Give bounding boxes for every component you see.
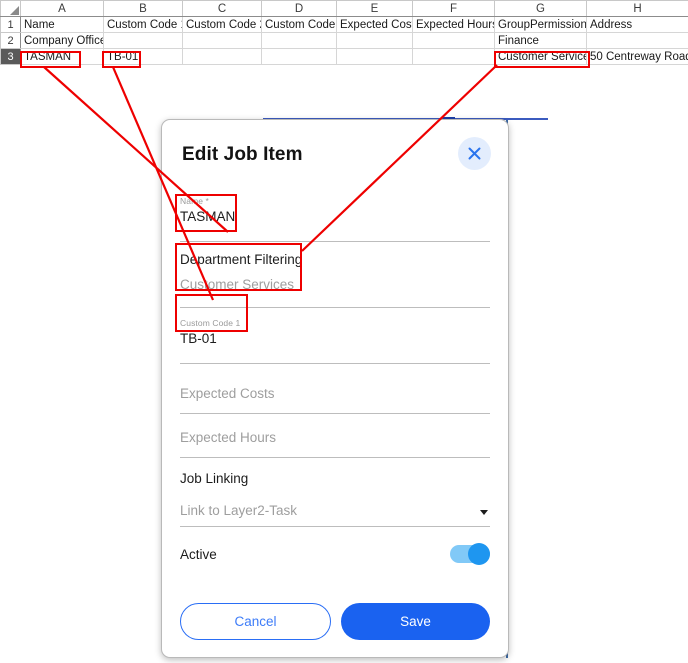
column-header-b[interactable]: B xyxy=(103,0,183,17)
active-toggle-knob xyxy=(468,543,490,565)
cell-c2[interactable] xyxy=(182,32,262,49)
chevron-down-icon xyxy=(480,510,488,515)
cell-d1[interactable]: Custom Code 3 xyxy=(261,16,337,33)
cell-e2[interactable] xyxy=(336,32,413,49)
cell-f2[interactable] xyxy=(412,32,495,49)
column-header-g[interactable]: G xyxy=(494,0,587,17)
edit-job-item-dialog: Edit Job Item Name * TASMAN Department F… xyxy=(161,119,509,658)
cell-g2[interactable]: Finance xyxy=(494,32,587,49)
cell-e3[interactable] xyxy=(336,48,413,65)
cell-b3[interactable]: TB-01 xyxy=(103,48,183,65)
column-header-d[interactable]: D xyxy=(261,0,337,17)
column-header-h[interactable]: H xyxy=(586,0,688,17)
expected-costs-placeholder: Expected Costs xyxy=(180,386,275,401)
dialog-body: Name * TASMAN Department Filtering Custo… xyxy=(162,196,508,579)
row-header-2[interactable]: 2 xyxy=(0,32,21,49)
table-row: 3 TASMAN TB-01 Customer Services 50 Cent… xyxy=(0,48,688,65)
close-x-icon xyxy=(468,147,481,160)
spreadsheet-table: A B C D E F G H 1 Name Custom Code 1 Cus… xyxy=(0,0,688,65)
name-field-label: Name * xyxy=(180,196,209,206)
job-linking-heading: Job Linking xyxy=(180,471,249,486)
cell-g1[interactable]: GroupPermission xyxy=(494,16,587,33)
name-field[interactable]: Name * TASMAN xyxy=(180,196,490,242)
department-filtering-value: Customer Services xyxy=(180,277,295,292)
expected-hours-placeholder: Expected Hours xyxy=(180,430,277,445)
save-button[interactable]: Save xyxy=(341,603,490,640)
link-to-task-placeholder: Link to Layer2-Task xyxy=(180,503,298,518)
dialog-title: Edit Job Item xyxy=(182,144,303,165)
custom-code-1-label: Custom Code 1 xyxy=(180,318,241,328)
name-field-value: TASMAN xyxy=(180,209,236,224)
cell-a3[interactable]: TASMAN xyxy=(20,48,104,65)
custom-code-1-field[interactable]: Custom Code 1 TB-01 xyxy=(180,318,490,364)
cell-b1[interactable]: Custom Code 1 xyxy=(103,16,183,33)
cancel-button[interactable]: Cancel xyxy=(180,603,331,640)
department-filtering-label: Department Filtering xyxy=(180,252,303,267)
select-all-triangle-icon xyxy=(10,6,19,15)
cell-a1[interactable]: Name xyxy=(20,16,104,33)
custom-code-1-value: TB-01 xyxy=(180,331,217,346)
column-header-c[interactable]: C xyxy=(182,0,262,17)
cell-c3[interactable] xyxy=(182,48,262,65)
cell-b2[interactable] xyxy=(103,32,183,49)
link-to-task-select[interactable]: Link to Layer2-Task xyxy=(180,497,490,527)
cell-h2[interactable] xyxy=(586,32,688,49)
cell-d2[interactable] xyxy=(261,32,337,49)
spreadsheet: A B C D E F G H 1 Name Custom Code 1 Cus… xyxy=(0,0,688,70)
expected-costs-field[interactable]: Expected Costs xyxy=(180,374,490,414)
cell-h1[interactable]: Address xyxy=(586,16,688,33)
department-filtering-field[interactable]: Department Filtering Customer Services xyxy=(180,252,490,308)
table-row: 2 Company Office Finance xyxy=(0,32,688,49)
close-button[interactable] xyxy=(458,137,491,170)
select-all-corner[interactable] xyxy=(0,0,21,17)
screenshot-root: A B C D E F G H 1 Name Custom Code 1 Cus… xyxy=(0,0,688,663)
column-header-e[interactable]: E xyxy=(336,0,413,17)
cell-e1[interactable]: Expected Cost xyxy=(336,16,413,33)
expected-hours-field[interactable]: Expected Hours xyxy=(180,418,490,458)
cell-a2[interactable]: Company Office xyxy=(20,32,104,49)
cell-h3[interactable]: 50 Centreway Road xyxy=(586,48,688,65)
active-label: Active xyxy=(180,547,217,562)
column-header-f[interactable]: F xyxy=(412,0,495,17)
active-toggle-row: Active xyxy=(180,541,490,579)
row-header-3[interactable]: 3 xyxy=(0,48,21,65)
column-header-a[interactable]: A xyxy=(20,0,104,17)
cell-f3[interactable] xyxy=(412,48,495,65)
column-header-row: A B C D E F G H xyxy=(0,0,688,17)
dialog-header: Edit Job Item xyxy=(162,120,508,196)
dialog-footer: Cancel Save xyxy=(162,603,508,640)
cell-f1[interactable]: Expected Hours xyxy=(412,16,495,33)
cell-g3[interactable]: Customer Services xyxy=(494,48,587,65)
cell-c1[interactable]: Custom Code 2 xyxy=(182,16,262,33)
active-toggle[interactable] xyxy=(450,543,490,565)
table-row: 1 Name Custom Code 1 Custom Code 2 Custo… xyxy=(0,16,688,33)
row-header-1[interactable]: 1 xyxy=(0,16,21,33)
cell-d3[interactable] xyxy=(261,48,337,65)
